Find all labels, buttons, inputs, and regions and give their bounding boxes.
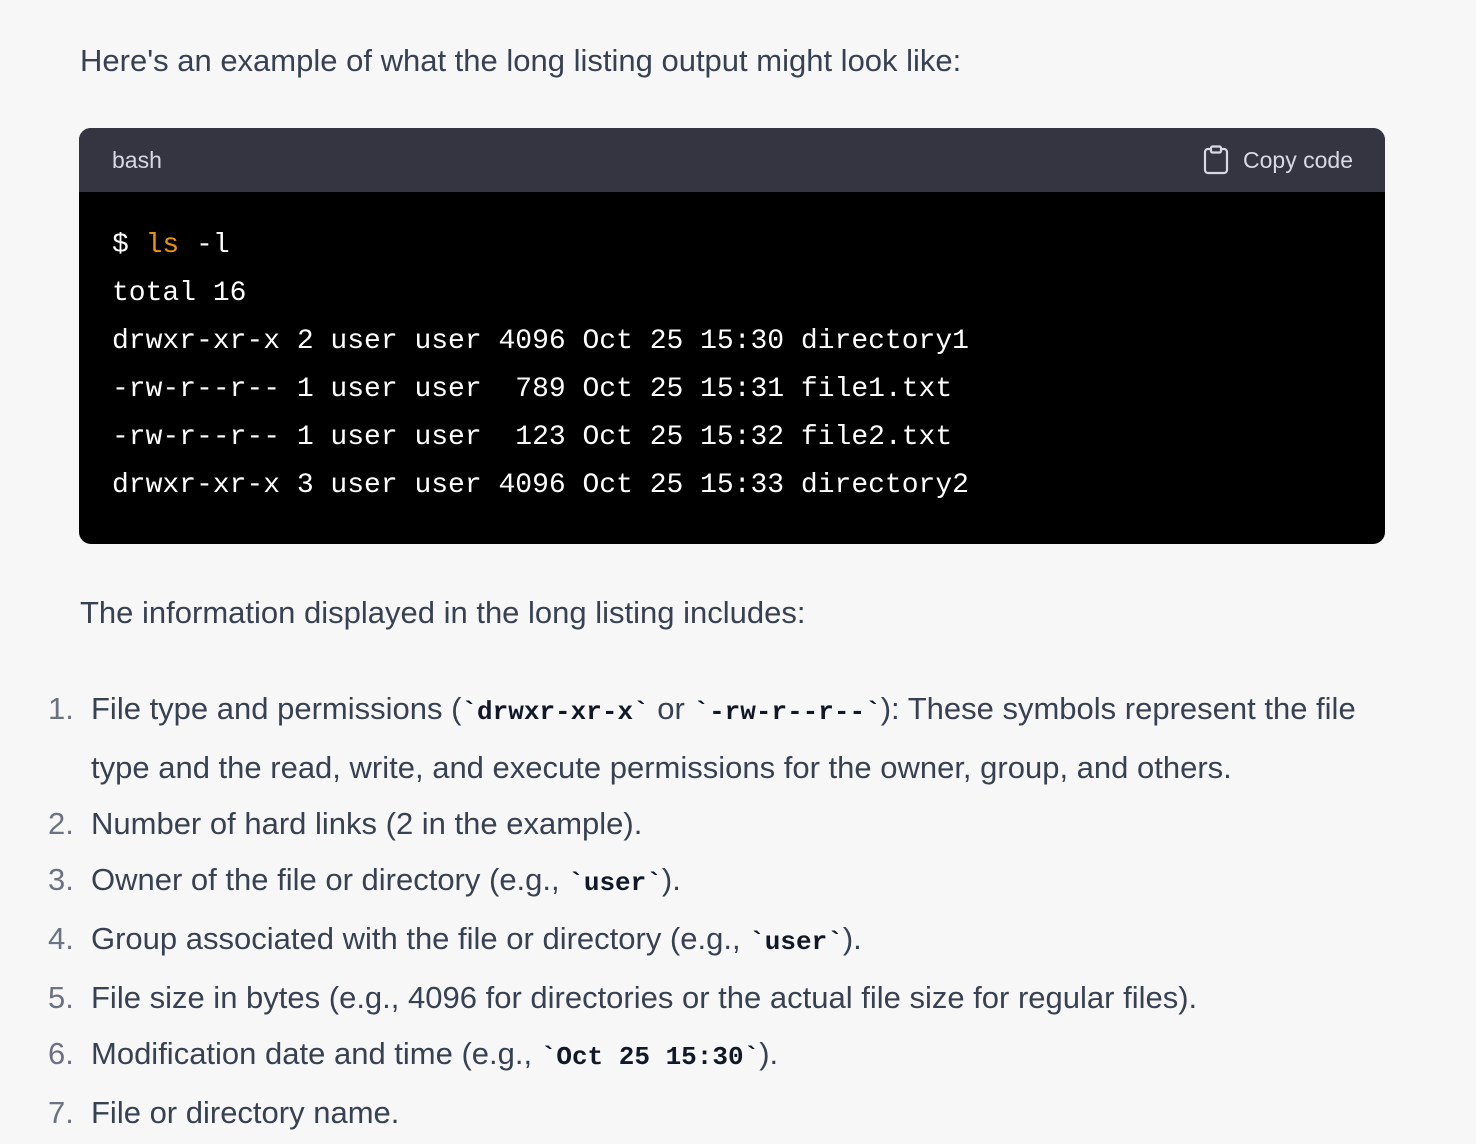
list-item: 2. Number of hard links (2 in the example… <box>0 796 1420 852</box>
list-item-text: Owner of the file or directory (e.g., `u… <box>91 862 681 898</box>
list-item-number: 1. <box>48 691 74 726</box>
list-item-number: 6. <box>48 1036 74 1071</box>
list-item-text: File type and permissions (`drwxr-xr-x` … <box>91 691 1356 785</box>
inline-code: `Oct 25 15:30` <box>540 1042 760 1072</box>
list-item-number: 2. <box>48 806 74 841</box>
list-item-number: 7. <box>48 1095 74 1130</box>
text-segment: or <box>648 691 694 726</box>
text-segment: ). <box>759 1036 779 1071</box>
list-item-number: 5. <box>48 980 74 1015</box>
code-content: $ ls -l total 16 drwxr-xr-x 2 user user 40… <box>79 192 1385 510</box>
list-item: 6. Modification date and time (e.g., `Oct… <box>0 1026 1420 1085</box>
text-segment: Owner of the file or directory (e.g., <box>91 862 569 897</box>
clipboard-icon <box>1203 145 1229 175</box>
code-language-label: bash <box>112 147 162 173</box>
intro-paragraph: Here's an example of what the long listi… <box>80 43 962 78</box>
list-item-number: 4. <box>48 921 74 956</box>
inline-code: `drwxr-xr-x` <box>461 697 649 727</box>
command-args: -l <box>179 230 230 261</box>
text-segment: File size in bytes (e.g., 4096 for direc… <box>91 980 1198 1015</box>
info-paragraph: The information displayed in the long li… <box>80 595 806 630</box>
text-segment: ). <box>842 921 862 956</box>
list-item-text: Group associated with the file or direct… <box>91 921 862 957</box>
list-item: 7. File or directory name. <box>0 1085 1420 1141</box>
code-line-command: $ ls -l <box>112 222 1385 270</box>
code-block-header: bash Copy code <box>79 128 1385 192</box>
list-item-text: File or directory name. <box>91 1095 399 1130</box>
code-block: bash Copy code $ ls -l total 16 drwxr-xr-x… <box>79 128 1385 544</box>
command-name: ls <box>145 230 180 261</box>
code-line: drwxr-xr-x 3 user user 4096 Oct 25 15:33… <box>112 470 969 501</box>
copy-code-label: Copy code <box>1243 146 1353 173</box>
text-segment: File type and permissions ( <box>91 691 462 726</box>
inline-code: `user` <box>568 868 662 898</box>
inline-code: `-rw-r--r--` <box>693 697 881 727</box>
list-item: 4. Group associated with the file or dire… <box>0 911 1420 970</box>
list-item-text: Modification date and time (e.g., `Oct 2… <box>91 1036 779 1072</box>
code-line: -rw-r--r-- 1 user user 123 Oct 25 15:32 … <box>112 422 953 453</box>
list-item: 3. Owner of the file or directory (e.g., … <box>0 852 1420 911</box>
list-item-text: Number of hard links (2 in the example). <box>91 806 642 841</box>
inline-code: `user` <box>749 927 843 957</box>
text-segment: Number of hard links (2 in the example). <box>91 806 643 841</box>
info-list: 1. File type and permissions (`drwxr-xr-x… <box>0 681 1420 1141</box>
text-segment: ). <box>661 862 681 897</box>
list-item-number: 3. <box>48 862 74 897</box>
copy-code-button[interactable]: Copy code <box>1203 142 1353 178</box>
text-segment: File or directory name. <box>91 1095 400 1130</box>
list-item: 5. File size in bytes (e.g., 4096 for dir… <box>0 970 1420 1026</box>
code-line: total 16 <box>112 278 247 309</box>
code-line: drwxr-xr-x 2 user user 4096 Oct 25 15:30… <box>112 326 969 357</box>
list-item-text: File size in bytes (e.g., 4096 for direc… <box>91 980 1197 1015</box>
prompt-symbol: $ <box>112 230 146 261</box>
text-segment: Modification date and time (e.g., <box>91 1036 541 1071</box>
text-segment: Group associated with the file or direct… <box>91 921 750 956</box>
list-item: 1. File type and permissions (`drwxr-xr-x… <box>0 681 1420 796</box>
code-line: -rw-r--r-- 1 user user 789 Oct 25 15:31 … <box>112 374 953 405</box>
